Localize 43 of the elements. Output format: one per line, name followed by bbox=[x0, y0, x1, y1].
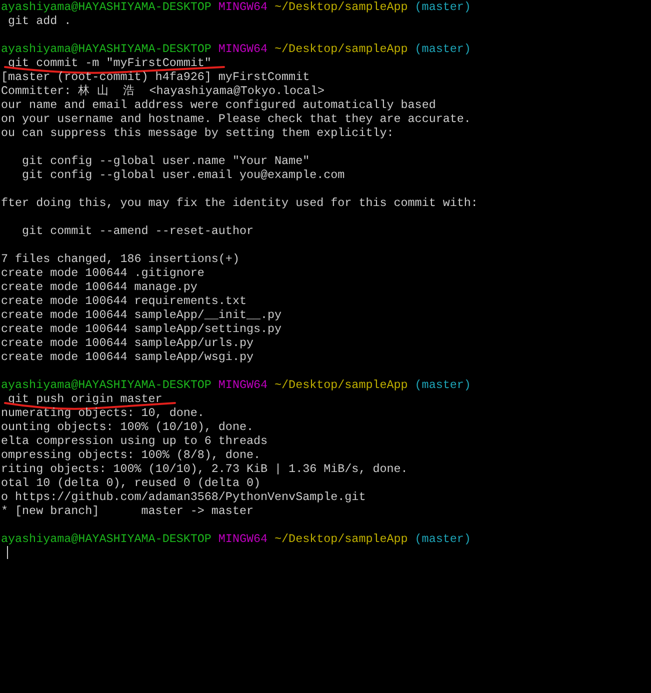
output-text: o https://github.com/adaman3568/PythonVenvSample.git bbox=[1, 490, 366, 504]
prompt-system: MINGW64 bbox=[218, 42, 268, 56]
prompt-branch: (master) bbox=[414, 378, 471, 392]
output-text: 7 files changed, 186 insertions(+) bbox=[1, 252, 240, 266]
output-text: numerating objects: 10, done. bbox=[1, 406, 204, 420]
output-text: create mode 100644 sampleApp/wsgi.py bbox=[1, 350, 254, 364]
output-text: create mode 100644 sampleApp/settings.py bbox=[1, 322, 282, 336]
output-text: fter doing this, you may fix the identity used for this commit with: bbox=[1, 196, 478, 210]
prompt-branch: (master) bbox=[414, 532, 471, 546]
prompt-path: ~/Desktop/sampleApp bbox=[274, 532, 408, 546]
output-text: on your username and hostname. Please check that they are accurate. bbox=[1, 112, 471, 126]
output-text: git commit --amend --reset-author bbox=[21, 224, 254, 238]
prompt-branch: (master) bbox=[414, 42, 471, 56]
prompt-user: ayashiyama@HAYASHIYAMA-DESKTOP bbox=[1, 378, 212, 392]
output-text: create mode 100644 sampleApp/urls.py bbox=[1, 336, 254, 350]
command-text: git add . bbox=[7, 14, 72, 28]
output-text: create mode 100644 manage.py bbox=[1, 280, 198, 294]
output-text: create mode 100644 .gitignore bbox=[1, 266, 204, 280]
output-text: ou can suppress this message by setting them explicitly: bbox=[1, 126, 394, 140]
output-text: git config --global user.name "Your Name" bbox=[21, 154, 310, 168]
output-text: ompressing objects: 100% (8/8), done. bbox=[1, 448, 261, 462]
output-text: [master (root-commit) h4fa926] myFirstCommit bbox=[1, 70, 310, 84]
prompt-path: ~/Desktop/sampleApp bbox=[274, 42, 408, 56]
output-text: * [new branch] master -> master bbox=[1, 504, 254, 518]
prompt-user: ayashiyama@HAYASHIYAMA-DESKTOP bbox=[1, 532, 212, 546]
prompt-user: ayashiyama@HAYASHIYAMA-DESKTOP bbox=[1, 0, 212, 14]
prompt-user: ayashiyama@HAYASHIYAMA-DESKTOP bbox=[1, 42, 212, 56]
prompt-system: MINGW64 bbox=[218, 0, 268, 14]
output-text: our name and email address were configured automatically based bbox=[1, 98, 436, 112]
prompt-branch: (master) bbox=[414, 0, 471, 14]
output-text: riting objects: 100% (10/10), 2.73 KiB | 1.36 MiB/s, done. bbox=[1, 462, 408, 476]
prompt-system: MINGW64 bbox=[218, 532, 268, 546]
output-text: elta compression using up to 6 threads bbox=[1, 434, 268, 448]
output-text: ounting objects: 100% (10/10), done. bbox=[1, 420, 254, 434]
prompt-path: ~/Desktop/sampleApp bbox=[274, 0, 408, 14]
output-text: Committer: 林 山 浩 <hayashiyama@Tokyo.local> bbox=[1, 84, 325, 98]
output-text: create mode 100644 requirements.txt bbox=[1, 294, 246, 308]
output-text: otal 10 (delta 0), reused 0 (delta 0) bbox=[1, 476, 261, 490]
prompt-path: ~/Desktop/sampleApp bbox=[274, 378, 408, 392]
text-cursor bbox=[7, 546, 8, 559]
output-text: git config --global user.email you@example.com bbox=[21, 168, 345, 182]
prompt-system: MINGW64 bbox=[218, 378, 268, 392]
output-text: create mode 100644 sampleApp/__init__.py bbox=[1, 308, 282, 322]
